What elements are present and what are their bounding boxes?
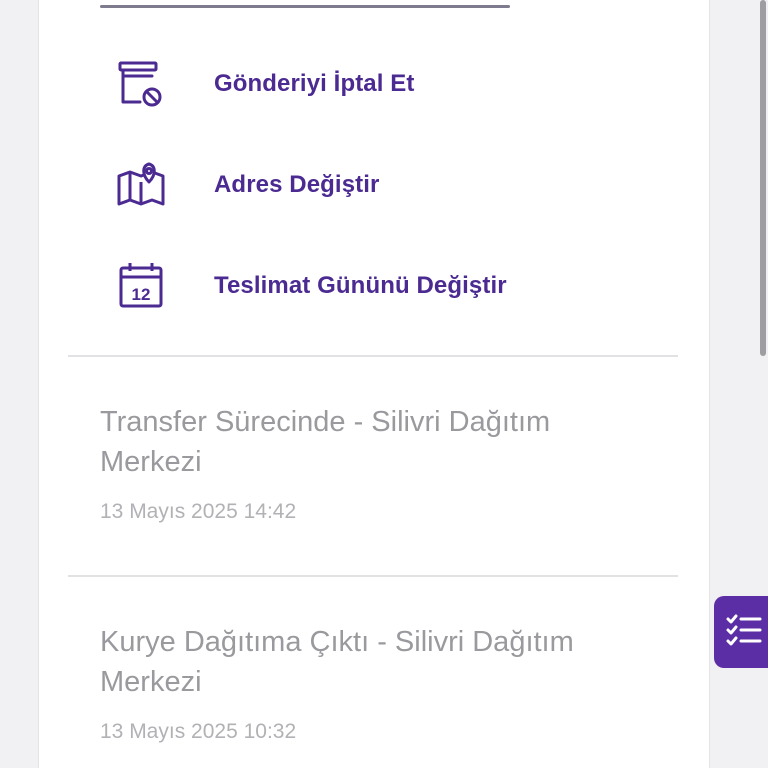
scrollbar[interactable]	[760, 0, 766, 356]
timeline-event-title: Transfer Sürecinde - Silivri Dağıtım Mer…	[100, 402, 640, 482]
timeline-event-title-line2: Merkezi	[100, 666, 202, 698]
timeline-event-time: 13 Mayıs 2025 14:42	[100, 500, 297, 523]
checklist-icon	[725, 611, 763, 654]
calendar-icon: 12	[100, 256, 184, 316]
calendar-day-number: 12	[132, 285, 151, 304]
cancel-shipment-icon	[100, 54, 184, 114]
section-divider	[68, 355, 678, 357]
timeline-event-title: Kurye Dağıtıma Çıktı - Silivri Dağıtım M…	[100, 622, 640, 702]
timeline-event-title-line1: Transfer Sürecinde - Silivri Dağıtım	[100, 406, 551, 438]
top-divider	[100, 5, 510, 8]
timeline-event-title-line1: Kurye Dağıtıma Çıktı - Silivri Dağıtım	[100, 626, 574, 658]
change-address-label: Adres Değiştir	[214, 171, 380, 198]
map-pin-icon	[100, 155, 184, 215]
timeline-event-time: 13 Mayıs 2025 10:32	[100, 720, 297, 743]
cancel-shipment-label: Gönderiyi İptal Et	[214, 70, 415, 97]
change-address-button[interactable]: Adres Değiştir	[100, 153, 660, 217]
cancel-shipment-button[interactable]: Gönderiyi İptal Et	[100, 52, 660, 116]
change-delivery-day-label: Teslimat Gününü Değiştir	[214, 272, 507, 299]
checklist-button[interactable]	[714, 596, 768, 668]
timeline-event-title-line2: Merkezi	[100, 446, 202, 478]
timeline-divider	[68, 575, 678, 577]
change-delivery-day-button[interactable]: 12 Teslimat Gününü Değiştir	[100, 254, 660, 318]
